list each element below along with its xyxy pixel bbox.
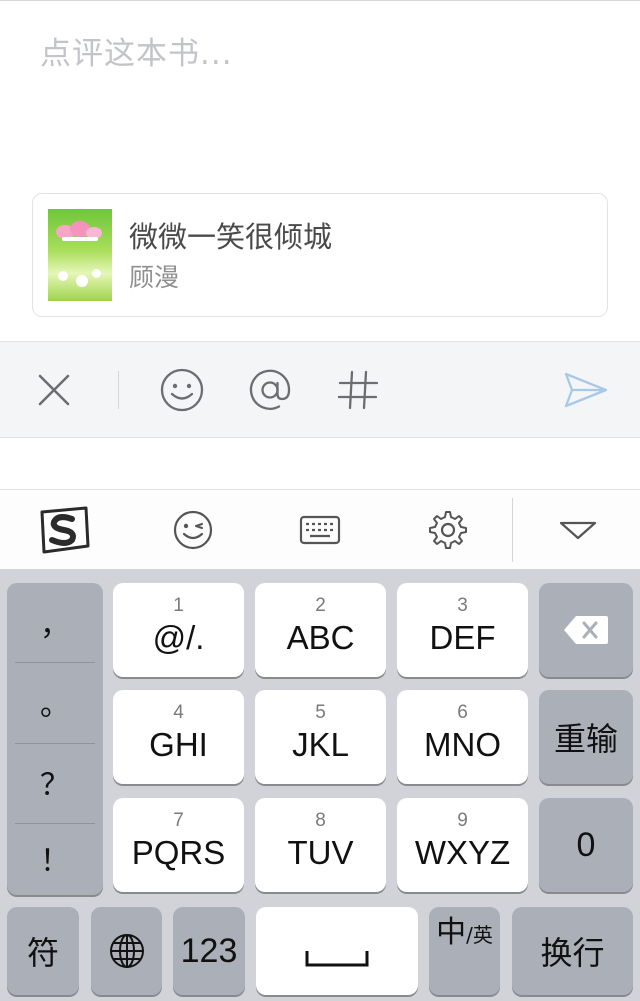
ime-divider (512, 498, 513, 562)
key-6[interactable]: 6 MNO (397, 690, 528, 784)
globe-key[interactable] (91, 907, 162, 995)
space-bar-icon (305, 951, 369, 967)
book-cover-image (48, 209, 112, 301)
book-author: 顾漫 (129, 263, 180, 292)
key-number: 6 (457, 702, 468, 723)
send-icon[interactable] (562, 366, 610, 414)
composer-toolbar (0, 341, 640, 438)
numbers-label: 123 (180, 931, 238, 970)
numbers-key[interactable]: 123 (173, 907, 245, 995)
key-letters: TUV (287, 834, 354, 871)
punctuation-column: ， 。 ？ ！ (7, 583, 103, 895)
at-mention-icon[interactable] (246, 366, 294, 414)
key-letters: WXYZ (414, 834, 511, 871)
backspace-icon (564, 616, 608, 644)
gear-icon[interactable] (422, 504, 474, 556)
key-number: 7 (173, 810, 184, 831)
emoji-icon[interactable] (158, 366, 206, 414)
punct-question-key[interactable]: ？ (7, 743, 103, 821)
lang-main-label: 中 (436, 915, 467, 950)
lang-sub-label: /英 (466, 923, 493, 947)
hashtag-icon[interactable] (334, 366, 382, 414)
top-divider (0, 0, 640, 1)
key-3[interactable]: 3 DEF (397, 583, 528, 677)
key-number: 3 (457, 595, 468, 616)
symbols-key[interactable]: 符 (7, 907, 79, 995)
zero-label: 0 (576, 825, 596, 864)
keyboard-icon[interactable] (294, 504, 346, 556)
key-1[interactable]: 1 @/. (113, 583, 244, 677)
key-letters: GHI (149, 726, 208, 763)
ime-keyboard: ， 。 ？ ！ 1 @/. 2 ABC 3 DEF 4 GHI 5 JKL 6 … (0, 569, 640, 1001)
key-5[interactable]: 5 JKL (255, 690, 386, 784)
reinput-key[interactable]: 重输 (539, 690, 633, 784)
reinput-label: 重输 (553, 720, 618, 758)
book-card[interactable]: 微微一笑很倾城 顾漫 (32, 193, 608, 317)
toolbar-divider (118, 371, 119, 409)
punct-comma-key[interactable]: ， (7, 583, 103, 661)
language-key[interactable]: 中/英 (429, 907, 500, 995)
key-0[interactable]: 0 (539, 798, 633, 892)
punct-period-key[interactable]: 。 (7, 663, 103, 741)
book-title: 微微一笑很倾城 (129, 220, 333, 254)
ime-toolbar (0, 489, 640, 569)
review-input[interactable]: 点评这本书... (40, 28, 233, 73)
close-icon[interactable] (30, 366, 78, 414)
wink-emoji-icon[interactable] (167, 504, 219, 556)
symbols-label: 符 (26, 934, 59, 972)
sogou-logo-icon[interactable] (36, 502, 92, 558)
return-key[interactable]: 换行 (512, 907, 633, 995)
key-number: 8 (315, 810, 326, 831)
key-letters: PQRS (131, 834, 226, 871)
key-number: 5 (315, 702, 326, 723)
globe-icon (109, 934, 144, 968)
key-letters: @/. (152, 619, 205, 656)
key-letters: DEF (429, 619, 496, 656)
key-number: 4 (173, 702, 184, 723)
punct-exclaim-key[interactable]: ！ (7, 819, 103, 897)
key-2[interactable]: 2 ABC (255, 583, 386, 677)
space-key[interactable] (256, 907, 418, 995)
chevron-down-icon[interactable] (552, 504, 604, 556)
key-number: 1 (173, 595, 184, 616)
delete-key[interactable] (539, 583, 633, 677)
key-number: 9 (457, 810, 468, 831)
key-letters: JKL (292, 726, 349, 763)
key-letters: ABC (286, 619, 355, 656)
key-4[interactable]: 4 GHI (113, 690, 244, 784)
key-9[interactable]: 9 WXYZ (397, 798, 528, 892)
key-7[interactable]: 7 PQRS (113, 798, 244, 892)
key-8[interactable]: 8 TUV (255, 798, 386, 892)
return-label: 换行 (540, 934, 605, 972)
key-number: 2 (315, 595, 326, 616)
key-letters: MNO (424, 726, 501, 763)
